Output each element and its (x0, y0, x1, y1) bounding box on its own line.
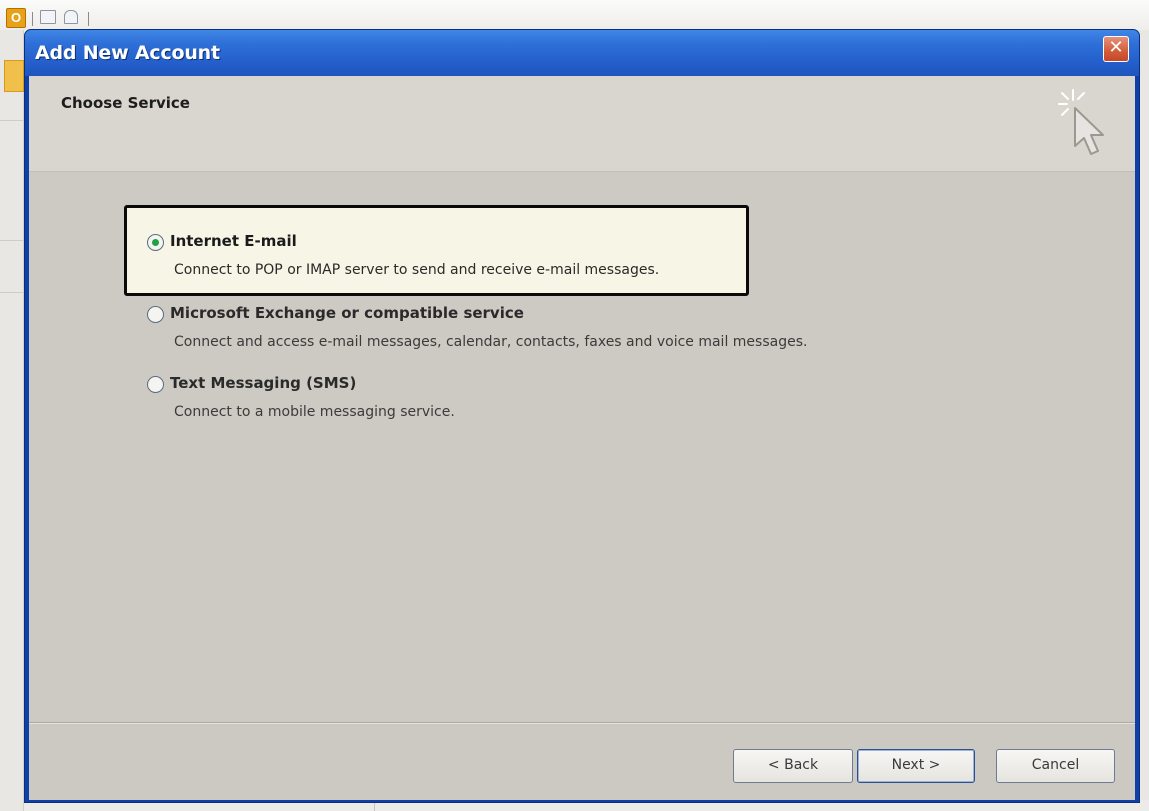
dialog-title-bar[interactable]: Add New Account ✕ (25, 30, 1139, 76)
send-receive-icon[interactable] (40, 10, 56, 24)
divider (0, 292, 24, 293)
next-button[interactable]: Next > (857, 749, 975, 783)
option-description: Connect to POP or IMAP server to send an… (174, 262, 660, 278)
divider (0, 120, 24, 121)
toolbar-separator (88, 12, 89, 26)
add-new-account-dialog: Add New Account ✕ Choose Service Interne… (24, 29, 1140, 803)
cancel-button[interactable]: Cancel (996, 749, 1115, 783)
cursor-sparkle-icon (1058, 89, 1104, 155)
option-label: Text Messaging (SMS) (170, 374, 357, 392)
radio-button[interactable] (147, 376, 164, 393)
quick-access-toolbar: O (0, 0, 1149, 30)
option-label: Microsoft Exchange or compatible service (170, 304, 524, 322)
radio-button[interactable] (147, 306, 164, 323)
toolbar-separator (32, 12, 33, 26)
file-tab[interactable] (4, 60, 24, 92)
host-left-pane (0, 30, 24, 811)
dialog-title: Add New Account (35, 42, 220, 64)
close-button[interactable]: ✕ (1103, 36, 1129, 62)
option-description: Connect to a mobile messaging service. (174, 404, 455, 420)
option-label: Internet E-mail (170, 232, 297, 250)
outlook-logo-icon: O (6, 8, 26, 28)
undo-icon[interactable] (64, 10, 78, 24)
page-title: Choose Service (61, 94, 190, 112)
selected-option-highlight (124, 205, 749, 296)
divider (0, 240, 24, 241)
dialog-header: Choose Service (29, 76, 1135, 172)
option-description: Connect and access e-mail messages, cale… (174, 334, 808, 350)
back-button[interactable]: < Back (733, 749, 853, 783)
radio-button-selected[interactable] (147, 234, 164, 251)
footer-divider (29, 722, 1135, 724)
dialog-client-area: Choose Service Internet E-mail Connect t… (29, 76, 1135, 800)
